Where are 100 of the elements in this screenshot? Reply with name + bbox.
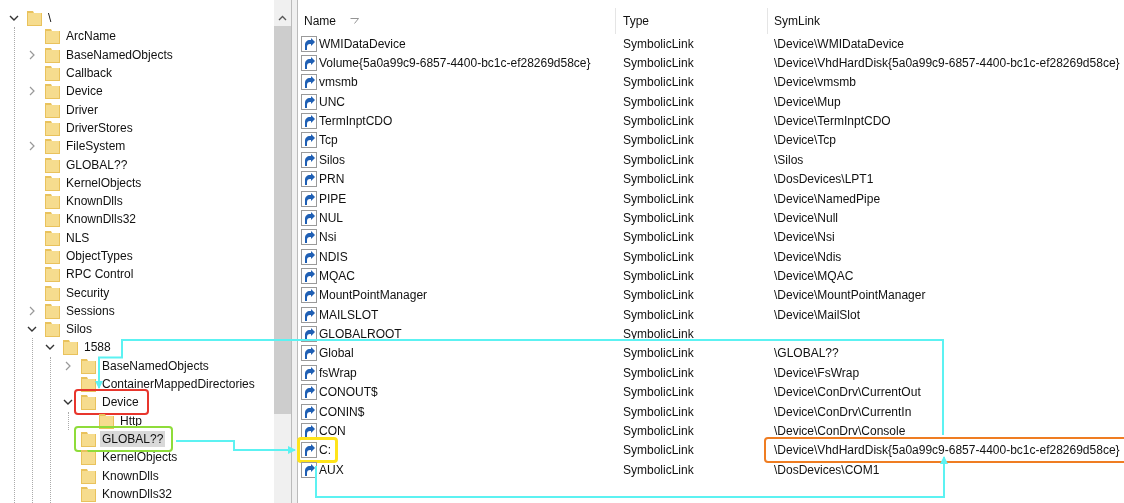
tree-item[interactable]: Driver (64, 101, 100, 118)
table-cell: \Device\VhdHardDisk{5a0a99c9-6857-4400-bc1c-ef28269d58ce} (774, 56, 1120, 71)
chevron-down-icon[interactable] (45, 344, 55, 351)
table-cell: \Device\VhdHardDisk{5a0a99c9-6857-4400-bc1c-ef28269d58ce} (774, 443, 1120, 458)
shortcut-icon (301, 93, 317, 110)
table-cell: SymbolicLink (623, 385, 694, 400)
folder-icon (81, 394, 96, 411)
tree-item[interactable]: ContainerMappedDirectories (100, 376, 257, 393)
tree-item[interactable]: Device (100, 394, 141, 411)
table-cell[interactable]: PIPE (319, 191, 347, 206)
table-cell: \Silos (774, 152, 804, 167)
table-cell: SymbolicLink (623, 327, 694, 342)
chevron-down-icon[interactable] (9, 15, 19, 22)
table-cell[interactable]: C: (319, 443, 331, 458)
chevron-right-icon[interactable] (29, 86, 35, 97)
table-cell: SymbolicLink (623, 307, 694, 322)
table-cell[interactable]: Tcp (319, 133, 338, 148)
tree-item[interactable]: GLOBAL?? (64, 156, 130, 173)
tree-item[interactable]: Sessions (64, 302, 117, 319)
folder-icon (81, 357, 96, 374)
tree-item[interactable]: Security (64, 284, 112, 301)
tree-item[interactable]: KnownDlls32 (64, 211, 139, 228)
folder-icon (81, 430, 96, 447)
table-cell: \Device\Tcp (774, 133, 837, 148)
chevron-down-icon[interactable] (27, 326, 37, 333)
tree-item[interactable]: KernelObjects (100, 449, 180, 466)
table-cell[interactable]: fsWrap (319, 365, 357, 380)
table-cell[interactable]: Nsi (319, 230, 337, 245)
column-header[interactable]: Type (616, 8, 768, 34)
scrollbar-thumb[interactable] (274, 26, 291, 414)
table-cell[interactable]: vmsmb (319, 75, 358, 90)
tree-item[interactable]: BaseNamedObjects (64, 46, 175, 63)
table-cell[interactable]: Global (319, 346, 354, 361)
chevron-right-icon[interactable] (29, 49, 35, 60)
shortcut-icon (301, 268, 317, 284)
table-cell[interactable]: CON (319, 423, 346, 438)
tree-item[interactable]: KnownDlls (100, 467, 161, 484)
table-cell[interactable]: MountPointManager (319, 288, 428, 303)
table-cell: SymbolicLink (623, 172, 694, 187)
folder-icon (45, 28, 60, 45)
tree-item[interactable]: ObjectTypes (64, 248, 135, 264)
folder-icon (45, 284, 60, 301)
table-cell[interactable]: Silos (319, 152, 345, 167)
table-cell: \Device\ConDrv\Console (774, 423, 906, 438)
column-header[interactable]: Name (298, 8, 616, 34)
table-cell: SymbolicLink (623, 152, 694, 167)
tree-item[interactable]: KnownDlls32 (100, 485, 175, 502)
table-cell[interactable]: TermInptCDO (319, 114, 393, 129)
shortcut-icon (301, 209, 317, 226)
tree-item[interactable]: NLS (64, 229, 92, 246)
table-cell: \Device\Mup (774, 94, 841, 109)
folder-icon (45, 119, 60, 136)
tree-item[interactable]: KnownDlls (64, 193, 125, 210)
chevron-right-icon[interactable] (65, 360, 71, 371)
table-cell[interactable]: NUL (319, 210, 343, 225)
table-cell: SymbolicLink (623, 94, 694, 109)
table-cell[interactable]: AUX (319, 462, 344, 477)
scrollbar[interactable] (274, 0, 291, 503)
table-cell: SymbolicLink (623, 36, 694, 51)
table-cell[interactable]: MQAC (319, 269, 355, 283)
table-cell[interactable]: NDIS (319, 249, 348, 264)
column-header[interactable]: SymLink (768, 8, 1124, 34)
tree-item[interactable]: Http (118, 412, 144, 429)
tree-item[interactable]: 1588 (82, 339, 113, 356)
tree-item[interactable]: BaseNamedObjects (100, 357, 211, 374)
tree-item[interactable]: KernelObjects (64, 174, 144, 191)
table-cell: SymbolicLink (623, 114, 694, 129)
tree-item[interactable]: DriverStores (64, 119, 135, 136)
tree-item[interactable]: \ (46, 10, 54, 27)
shortcut-icon (301, 74, 317, 91)
table-cell: SymbolicLink (623, 191, 694, 206)
table-cell[interactable]: Volume{5a0a99c9-6857-4400-bc1c-ef28269d58ce} (319, 56, 591, 71)
chevron-down-icon[interactable] (63, 399, 73, 406)
tree-item[interactable]: RPC Control (64, 266, 136, 283)
tree-item[interactable]: Callback (64, 65, 115, 82)
table-cell[interactable]: GLOBALROOT (319, 327, 402, 342)
table-cell[interactable]: MAILSLOT (319, 307, 379, 322)
table-cell: SymbolicLink (623, 404, 694, 419)
shortcut-icon (301, 113, 317, 130)
table-cell[interactable]: WMIDataDevice (319, 36, 406, 51)
scroll-up-icon[interactable] (278, 15, 287, 21)
tree-item[interactable]: GLOBAL?? (100, 430, 166, 447)
tree-item[interactable]: Device (64, 83, 105, 100)
chevron-right-icon[interactable] (29, 305, 35, 316)
table-cell: \Device\NamedPipe (774, 191, 881, 206)
folder-icon (45, 321, 60, 338)
table-cell: \Device\TermInptCDO (774, 114, 891, 129)
tree-item[interactable]: FileSystem (64, 138, 128, 155)
table-cell[interactable]: UNC (319, 94, 345, 109)
table-cell: SymbolicLink (623, 210, 694, 225)
tree-item[interactable]: ArcName (64, 28, 118, 45)
table-cell: SymbolicLink (623, 423, 694, 438)
table-cell[interactable]: CONIN$ (319, 404, 365, 419)
table-cell[interactable]: CONOUT$ (319, 385, 378, 400)
table-cell[interactable]: PRN (319, 172, 345, 187)
chevron-right-icon[interactable] (29, 141, 35, 152)
table-cell: \Device\Ndis (774, 249, 842, 264)
table-cell: SymbolicLink (623, 346, 694, 361)
shortcut-icon (301, 55, 317, 72)
tree-item[interactable]: Silos (64, 321, 94, 338)
